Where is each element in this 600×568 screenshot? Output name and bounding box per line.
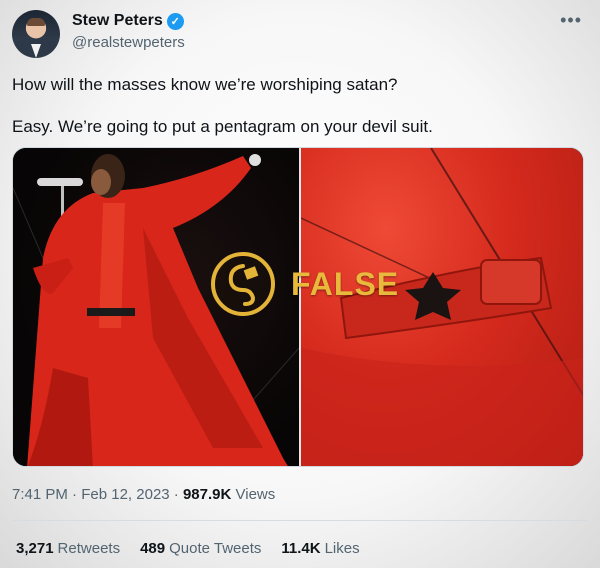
verified-check-icon: ✓ [166,12,184,30]
tweet-text-line-2: Easy. We’re going to put a pentagram on … [12,117,433,136]
author-name[interactable]: Stew Peters [72,12,163,30]
tweet-header: Stew Peters ✓ @realstewpeters ••• [12,10,588,60]
tweet-stats: 3,271 Retweets 489 Quote Tweets 11.4K Likes [16,540,360,557]
tweet-media[interactable]: FALSE [12,147,584,467]
quotes-label: Quote Tweets [169,540,262,557]
tweet-time[interactable]: 7:41 PM [12,486,68,503]
avatar[interactable] [12,10,60,58]
likes-label: Likes [324,540,360,557]
retweets-stat[interactable]: 3,271 Retweets [16,540,120,557]
stats-divider [12,520,588,521]
views-count: 987.9K [182,486,232,503]
tweet-meta: 7:41 PM · Feb 12, 2023 · 987.9K Views [12,486,275,503]
likes-stat[interactable]: 11.4K Likes [281,540,359,557]
fact-check-logo-icon [211,252,275,316]
false-label: FALSE [291,265,400,302]
meta-separator: · [173,486,183,503]
quote-tweets-stat[interactable]: 489 Quote Tweets [140,540,261,557]
views-label: Views [235,486,276,503]
meta-separator: · [72,486,82,503]
avatar-hair [27,18,45,26]
fact-check-logo-glyph [228,264,259,306]
likes-count: 11.4K [281,540,321,557]
retweets-label: Retweets [57,540,121,557]
false-rating-overlay: FALSE [211,252,399,316]
tweet-text-line-1: How will the masses know we’re worshipin… [12,75,398,94]
tweet-date[interactable]: Feb 12, 2023 [81,486,169,503]
author-name-line: Stew Peters ✓ [72,12,184,30]
avatar-shirt [31,44,41,58]
more-horizontal-icon[interactable]: ••• [560,10,582,31]
author-handle[interactable]: @realstewpeters [72,34,185,51]
quotes-count: 489 [140,540,166,557]
retweets-count: 3,271 [16,540,54,557]
